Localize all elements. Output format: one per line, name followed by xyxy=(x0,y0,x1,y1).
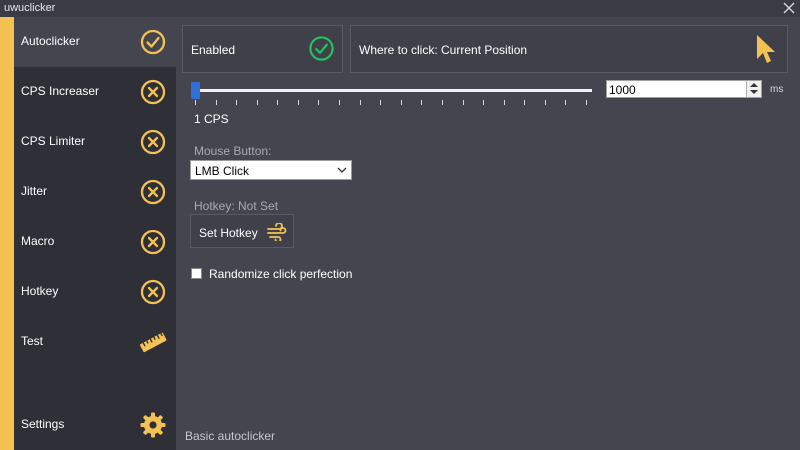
ruler-icon xyxy=(139,332,167,353)
spin-down-button[interactable] xyxy=(746,89,761,97)
slider-tick xyxy=(565,100,567,105)
cps-slider-handle[interactable] xyxy=(191,82,200,99)
enabled-toggle[interactable]: Enabled xyxy=(182,25,343,73)
check-circle-icon xyxy=(140,29,166,55)
mouse-button-label: Mouse Button: xyxy=(194,144,272,158)
sidebar-item-autoclicker[interactable]: Autoclicker xyxy=(14,17,176,67)
cps-readout: 1 CPS xyxy=(194,112,229,126)
slider-tick xyxy=(462,100,464,105)
sidebar-item-jitter[interactable]: Jitter xyxy=(14,167,176,217)
footer-text: Basic autoclicker xyxy=(185,429,276,443)
sidebar-item-settings[interactable]: Settings xyxy=(14,400,176,450)
interval-unit: ms xyxy=(770,84,784,95)
slider-tick xyxy=(483,100,485,105)
sidebar-item-label: Macro xyxy=(21,234,55,248)
slider-tick xyxy=(441,100,443,105)
interval-value: 1000 xyxy=(609,83,636,97)
x-circle-icon xyxy=(140,229,166,255)
slider-tick xyxy=(524,100,526,105)
sidebar-item-label: Hotkey xyxy=(21,284,59,298)
slider-tick xyxy=(318,100,320,105)
hotkey-status: Hotkey: Not Set xyxy=(194,199,279,213)
slider-tick xyxy=(503,100,505,105)
title-bar: uwuclicker xyxy=(0,0,800,17)
slider-tick xyxy=(544,100,546,105)
wind-icon xyxy=(267,223,287,241)
randomize-checkbox[interactable] xyxy=(191,268,202,279)
spin-up-button[interactable] xyxy=(746,81,761,89)
sidebar-accent-bar xyxy=(0,17,14,450)
x-circle-icon xyxy=(140,79,166,105)
randomize-label: Randomize click perfection xyxy=(209,267,353,281)
window-title: uwuclicker xyxy=(4,2,56,14)
gear-icon xyxy=(140,412,166,438)
slider-tick xyxy=(236,100,238,105)
close-icon[interactable] xyxy=(782,1,796,15)
sidebar-item-test[interactable]: Test xyxy=(14,317,176,367)
slider-tick xyxy=(339,100,341,105)
sidebar-item-label: CPS Increaser xyxy=(21,84,100,98)
interval-input[interactable]: 1000 xyxy=(606,80,762,98)
slider-tick xyxy=(586,100,587,105)
slider-tick xyxy=(380,100,382,105)
set-hotkey-button[interactable]: Set Hotkey xyxy=(190,214,294,248)
sidebar-item-cps-limiter[interactable]: CPS Limiter xyxy=(14,117,176,167)
sidebar-item-label: CPS Limiter xyxy=(21,134,86,148)
slider-tick xyxy=(297,100,299,105)
sidebar-item-label: Settings xyxy=(21,417,65,431)
slider-tick xyxy=(215,100,217,105)
sidebar-item-label: Jitter xyxy=(21,184,48,198)
cps-slider-track[interactable] xyxy=(195,89,592,92)
slider-tick xyxy=(277,100,279,105)
slider-tick xyxy=(421,100,423,105)
check-circle-icon xyxy=(309,36,334,61)
mouse-button-value: LMB Click xyxy=(195,164,250,178)
slider-tick xyxy=(359,100,361,105)
sidebar-item-label: Autoclicker xyxy=(21,34,80,48)
x-circle-icon xyxy=(140,279,166,305)
chevron-up-icon xyxy=(750,83,758,87)
click-location-button[interactable]: Where to click: Current Position xyxy=(350,25,788,73)
slider-tick xyxy=(195,100,196,105)
click-location-label: Where to click: Current Position xyxy=(359,43,528,57)
sidebar-item-cps-increaser[interactable]: CPS Increaser xyxy=(14,67,176,117)
chevron-down-icon xyxy=(337,167,347,173)
cursor-icon xyxy=(757,35,775,63)
x-circle-icon xyxy=(140,129,166,155)
chevron-down-icon xyxy=(750,90,758,94)
sidebar-item-hotkey[interactable]: Hotkey xyxy=(14,267,176,317)
enabled-label: Enabled xyxy=(191,43,236,57)
x-circle-icon xyxy=(140,179,166,205)
set-hotkey-label: Set Hotkey xyxy=(199,226,258,240)
sidebar-item-macro[interactable]: Macro xyxy=(14,217,176,267)
slider-tick xyxy=(400,100,402,105)
mouse-button-select[interactable]: LMB Click xyxy=(190,160,352,180)
slider-tick xyxy=(256,100,258,105)
sidebar-item-label: Test xyxy=(21,334,44,348)
